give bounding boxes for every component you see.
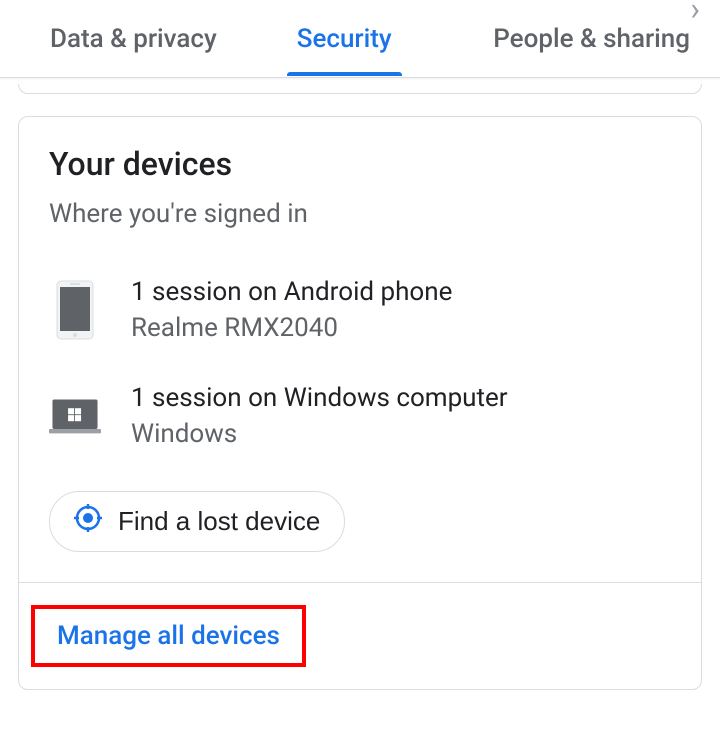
content-area: Your devices Where you're signed in 1 se…: [0, 84, 720, 690]
tab-bar: › Data & privacy Security People & shari…: [0, 0, 720, 78]
device-title: 1 session on Windows computer: [131, 383, 508, 413]
card-subtitle: Where you're signed in: [49, 199, 671, 229]
device-title: 1 session on Android phone: [131, 277, 452, 307]
device-info: 1 session on Windows computer Windows: [131, 383, 508, 449]
your-devices-card: Your devices Where you're signed in 1 se…: [18, 116, 702, 690]
card-footer: Manage all devices: [19, 582, 701, 689]
device-subtitle: Realme RMX2040: [131, 313, 452, 343]
manage-all-devices-link[interactable]: Manage all devices: [49, 617, 288, 655]
highlight-annotation: Manage all devices: [31, 605, 306, 667]
card-title: Your devices: [49, 145, 671, 183]
card-content: Your devices Where you're signed in 1 se…: [19, 117, 701, 582]
phone-icon: [49, 280, 101, 340]
device-row-android[interactable]: 1 session on Android phone Realme RMX204…: [49, 257, 671, 363]
find-lost-device-button[interactable]: Find a lost device: [49, 491, 345, 552]
tab-people-sharing[interactable]: People & sharing: [483, 4, 700, 74]
previous-card-edge: [18, 84, 702, 94]
tab-security[interactable]: Security: [287, 4, 402, 74]
target-icon: [74, 504, 102, 539]
tab-data-privacy[interactable]: Data & privacy: [40, 4, 227, 74]
laptop-icon: [49, 386, 101, 446]
find-device-label: Find a lost device: [118, 506, 320, 537]
device-subtitle: Windows: [131, 419, 508, 449]
device-row-windows[interactable]: 1 session on Windows computer Windows: [49, 363, 671, 469]
device-info: 1 session on Android phone Realme RMX204…: [131, 277, 452, 343]
